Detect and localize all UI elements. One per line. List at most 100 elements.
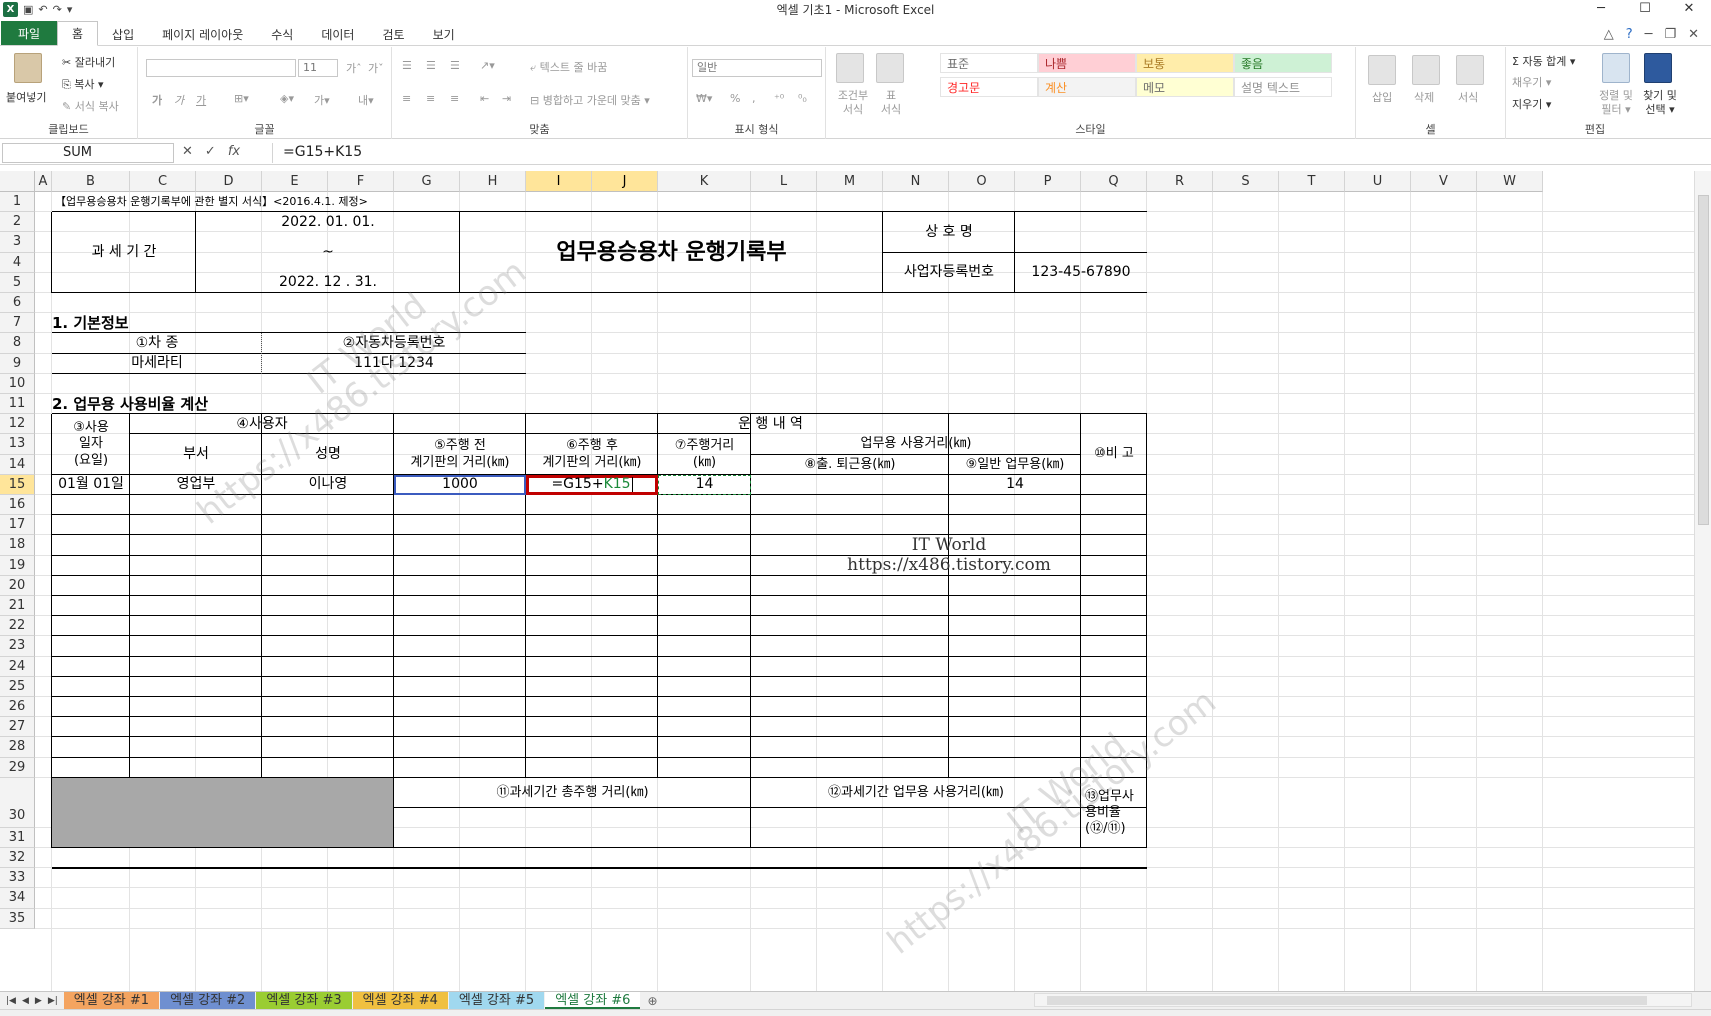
align-bottom-icon[interactable]: ☰: [450, 59, 460, 72]
conditional-format-button[interactable]: 조건부 서식: [836, 89, 870, 117]
minimize-button[interactable]: ─: [1579, 0, 1623, 18]
column-header-S[interactable]: S: [1213, 171, 1279, 192]
find-select-button[interactable]: 찾기 및 선택 ▾: [1640, 89, 1680, 117]
underline-icon[interactable]: 가: [196, 92, 206, 108]
delete-cells-button[interactable]: 삭제: [1414, 89, 1434, 105]
car-type-value[interactable]: 마세라티: [52, 354, 262, 374]
company-value[interactable]: [1015, 212, 1147, 252]
row-header-11[interactable]: 11: [0, 394, 35, 415]
row-header-9[interactable]: 9: [0, 353, 35, 374]
header-distance[interactable]: ⑦주행거리 (㎞): [658, 434, 751, 474]
percent-icon[interactable]: %: [730, 92, 740, 105]
sort-filter-button[interactable]: 정렬 및 필터 ▾: [1596, 89, 1636, 117]
decrease-decimal-icon[interactable]: ⁰₀: [798, 92, 807, 105]
column-header-M[interactable]: M: [817, 171, 883, 192]
cell-style-5[interactable]: 경고문: [940, 77, 1038, 97]
next-sheet-icon[interactable]: ▶: [35, 996, 42, 1006]
row15-use-date[interactable]: 01월 01일: [52, 475, 130, 495]
cell-style-4[interactable]: 좋음: [1234, 53, 1332, 73]
row-header-10[interactable]: 10: [0, 373, 35, 394]
header-user[interactable]: ④사용자: [130, 414, 394, 434]
header-odometer-after[interactable]: ⑥주행 후 계기판의 거리(㎞): [526, 434, 658, 474]
delete-cells-icon[interactable]: [1412, 55, 1440, 85]
row15-odometer-before[interactable]: 1000: [394, 474, 526, 495]
row-header-12[interactable]: 12: [0, 414, 35, 435]
total-driving-distance[interactable]: ⑪과세기간 총주행 거리(㎞): [394, 778, 751, 808]
period-start[interactable]: 2022. 01. 01.: [196, 212, 460, 232]
phonetic-icon[interactable]: 내▾: [358, 92, 374, 108]
header-department[interactable]: 부서: [130, 434, 262, 474]
select-all-corner[interactable]: [0, 171, 35, 192]
row15-distance[interactable]: 14: [658, 474, 751, 495]
horizontal-scroll-thumb[interactable]: [1047, 996, 1647, 1005]
column-header-B[interactable]: B: [52, 171, 130, 192]
column-header-T[interactable]: T: [1279, 171, 1345, 192]
enter-icon[interactable]: ✓: [205, 144, 216, 159]
orientation-icon[interactable]: ↗▾: [480, 59, 495, 72]
bold-icon[interactable]: 가: [152, 92, 162, 108]
conditional-format-icon[interactable]: [836, 53, 864, 83]
total-business-distance[interactable]: ⑫과세기간 업무용 사용거리(㎞): [751, 778, 1081, 808]
format-table-icon[interactable]: [876, 53, 904, 83]
business-use-ratio[interactable]: ⑬업무사 용비율 (⑫/⑪): [1081, 778, 1147, 848]
redo-icon[interactable]: ↷: [53, 3, 62, 16]
section-basic-info-title[interactable]: 1. 기본정보: [52, 313, 394, 333]
business-number-value[interactable]: 123-45-67890: [1015, 253, 1147, 293]
row-header-26[interactable]: 26: [0, 697, 35, 718]
prev-sheet-icon[interactable]: ◀: [22, 996, 29, 1006]
first-sheet-icon[interactable]: |◀: [6, 996, 16, 1006]
sort-filter-icon[interactable]: [1602, 53, 1630, 83]
font-size-dropdown[interactable]: 11: [298, 59, 338, 77]
column-header-C[interactable]: C: [130, 171, 196, 192]
row-header-7[interactable]: 7: [0, 313, 35, 334]
column-header-U[interactable]: U: [1345, 171, 1411, 192]
column-header-L[interactable]: L: [751, 171, 817, 192]
row-header-5[interactable]: 5: [0, 272, 35, 293]
cancel-icon[interactable]: ✕: [182, 144, 193, 159]
tab-5[interactable]: 데이터: [307, 23, 368, 45]
row-header-20[interactable]: 20: [0, 575, 35, 596]
row-header-35[interactable]: 35: [0, 908, 35, 929]
row15-general-business[interactable]: 14: [949, 475, 1081, 495]
column-header-K[interactable]: K: [658, 171, 751, 192]
row-header-21[interactable]: 21: [0, 596, 35, 617]
row15-name[interactable]: 이나영: [262, 475, 394, 495]
row-header-15[interactable]: 15: [0, 474, 35, 495]
car-number-label[interactable]: ②자동차등록번호: [262, 333, 526, 353]
autosum-button[interactable]: Σ 자동 합계 ▾: [1512, 53, 1575, 69]
italic-icon[interactable]: 가: [174, 92, 184, 108]
column-header-Q[interactable]: Q: [1081, 171, 1147, 192]
paste-icon[interactable]: [14, 53, 42, 83]
align-middle-icon[interactable]: ☰: [426, 59, 436, 72]
header-business-distance[interactable]: 업무용 사용거리(㎞): [751, 434, 1081, 454]
header-general-business[interactable]: ⑨일반 업무용(㎞): [949, 455, 1081, 475]
header-driving-detail[interactable]: 운 행 내 역: [394, 414, 1147, 434]
header-commute-distance[interactable]: ⑧출. 퇴근용(㎞): [751, 455, 949, 475]
wrap-text-button[interactable]: ⤶ 텍스트 줄 바꿈: [530, 59, 607, 75]
row-header-25[interactable]: 25: [0, 676, 35, 697]
comma-icon[interactable]: ,: [752, 92, 756, 105]
column-header-H[interactable]: H: [460, 171, 526, 192]
period-end[interactable]: 2022. 12 . 31.: [196, 273, 460, 293]
row-header-19[interactable]: 19: [0, 555, 35, 576]
vertical-scroll-thumb[interactable]: [1698, 195, 1709, 525]
align-center-icon[interactable]: ≡: [426, 92, 435, 105]
column-header-R[interactable]: R: [1147, 171, 1213, 192]
header-name[interactable]: 성명: [262, 434, 394, 474]
window-restore-icon[interactable]: ❐: [1664, 27, 1676, 42]
name-box[interactable]: SUM: [2, 143, 174, 163]
sheet-tab-6[interactable]: 엑셀 강좌 #6: [545, 992, 641, 1009]
column-header-F[interactable]: F: [328, 171, 394, 192]
cell-style-6[interactable]: 계산: [1038, 77, 1136, 97]
close-button[interactable]: ✕: [1667, 0, 1711, 18]
increase-decimal-icon[interactable]: ⁺⁰: [774, 92, 784, 105]
new-sheet-icon[interactable]: ⊕: [647, 994, 657, 1008]
cut-button[interactable]: ✂ 잘라내기: [62, 54, 115, 70]
row-header-3[interactable]: 3: [0, 232, 35, 253]
grow-font-icon[interactable]: 가ˆ: [346, 60, 362, 76]
merge-center-button[interactable]: ⊟ 병합하고 가운데 맞춤 ▾: [530, 92, 650, 108]
horizontal-scrollbar[interactable]: [1034, 993, 1692, 1007]
document-title[interactable]: 업무용승용차 운행기록부: [460, 212, 883, 293]
header-note[interactable]: ⑩비 고: [1081, 434, 1147, 474]
sheet-tab-5[interactable]: 엑셀 강좌 #5: [448, 992, 545, 1009]
